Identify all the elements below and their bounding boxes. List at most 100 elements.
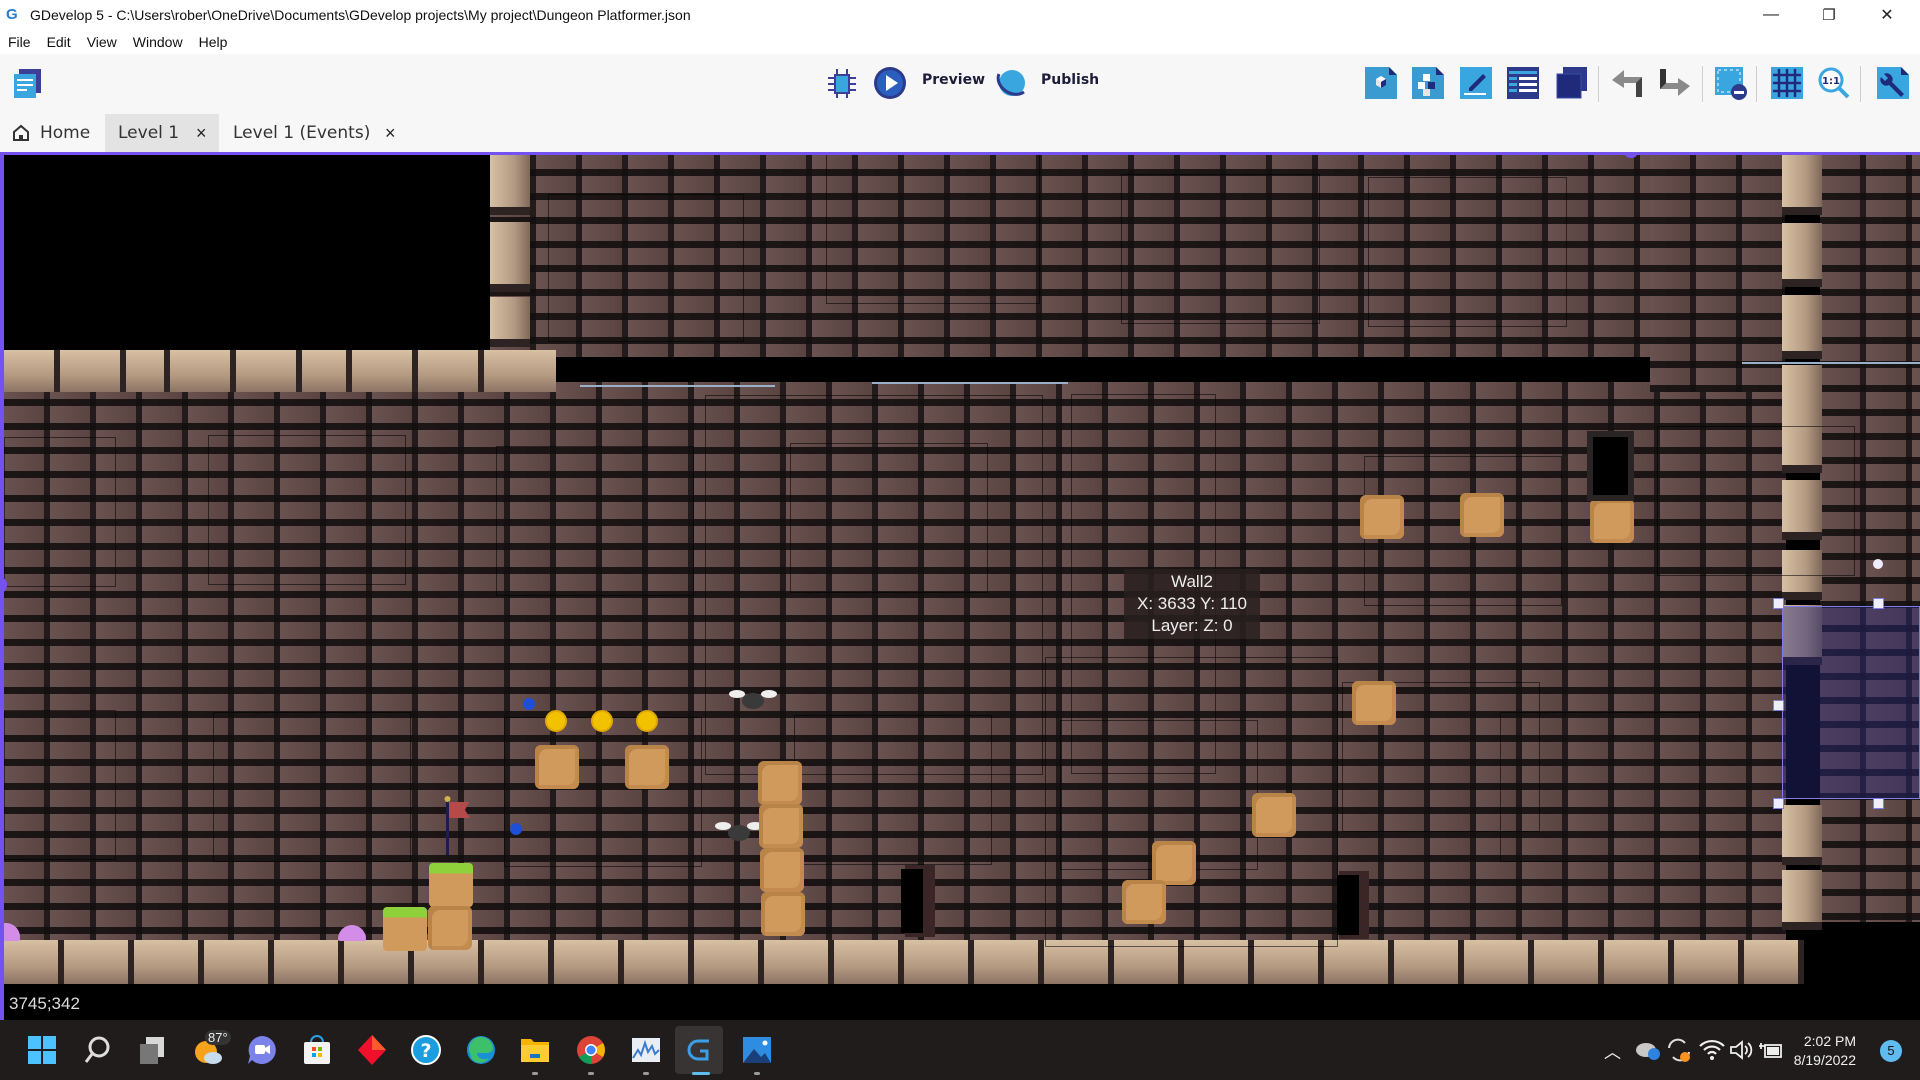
wall-instance-outline[interactable] [213,712,411,862]
file-explorer-icon[interactable] [519,1034,551,1066]
photos-icon[interactable] [741,1034,773,1066]
redo-icon[interactable] [1658,66,1692,100]
rotate-handle[interactable] [1873,559,1883,569]
publish-globe-icon[interactable] [994,66,1028,100]
crate-block[interactable] [1352,681,1396,725]
resize-handle[interactable] [1873,598,1884,609]
menu-edit[interactable]: Edit [39,34,79,50]
wall-instance-outline[interactable] [790,443,988,593]
menu-view[interactable]: View [79,34,125,50]
wall-instance-outline[interactable] [496,446,694,596]
crate-block[interactable] [1460,493,1504,537]
stone-ledge[interactable] [4,350,556,392]
help-icon[interactable]: ? [410,1034,442,1066]
close-tab-level-1-button[interactable]: × [196,114,207,152]
zoom-reset-icon[interactable]: 1:1 [1817,66,1851,100]
crate-block[interactable] [760,848,804,892]
show-hidden-icons-chevron[interactable]: ︿ [1604,1038,1621,1063]
flying-enemy[interactable] [714,819,764,841]
stone-floor[interactable] [4,940,1804,984]
delete-selection-icon[interactable] [1714,66,1748,100]
teams-chat-icon[interactable] [246,1034,278,1066]
close-tab-level-1-events-button[interactable]: × [385,114,396,152]
undo-icon[interactable] [1610,66,1644,100]
crate-block[interactable] [535,745,579,789]
edge-browser-icon[interactable] [465,1034,497,1066]
wall-instance-outline[interactable] [1500,712,1700,862]
jumpthru-platform[interactable] [872,382,1068,384]
restore-button[interactable]: ❐ [1800,0,1858,30]
preview-play-icon[interactable] [873,66,907,100]
project-manager-icon[interactable] [10,66,44,100]
menu-file[interactable]: File [0,34,39,50]
wall-instance-outline[interactable] [1121,174,1320,324]
wall-instance-outline[interactable] [826,152,1040,304]
stone-pillar-block[interactable] [490,222,530,292]
crate-block[interactable] [758,761,802,805]
grass-block[interactable] [429,863,473,907]
windows-start-icon[interactable] [26,1034,58,1066]
menu-window[interactable]: Window [125,34,191,50]
wall-instance-outline[interactable] [1368,177,1567,327]
task-view-icon[interactable] [136,1034,168,1066]
crate-block[interactable] [1252,793,1296,837]
sync-update-icon[interactable] [1665,1036,1693,1064]
scene-editor-canvas[interactable]: Wall2 X: 3633 Y: 110 Layer: Z: 0 3745;34… [0,152,1920,1020]
crate-block[interactable] [1122,880,1166,924]
crate-block[interactable] [625,745,669,789]
instances-list-icon[interactable] [1506,66,1540,100]
checkpoint-flag[interactable] [444,796,476,856]
crate-block[interactable] [761,892,805,936]
wall-instance-outline[interactable] [4,437,116,587]
wall-instance-outline[interactable] [548,194,744,342]
crate-block[interactable] [759,804,803,848]
resize-handle[interactable] [1773,700,1784,711]
gdevelop-taskbar-icon[interactable] [685,1034,717,1066]
gold-coin[interactable] [636,710,658,732]
chrome-browser-icon[interactable] [575,1034,607,1066]
crate-block[interactable] [1590,499,1634,543]
menu-help[interactable]: Help [191,34,236,50]
resize-handle[interactable] [1773,798,1784,809]
gold-coin[interactable] [545,710,567,732]
tab-level-1-events[interactable]: Level 1 (Events) [233,114,370,152]
wall-instance-outline[interactable] [208,435,406,585]
onedrive-sync-icon[interactable] [1634,1036,1662,1064]
blue-gem[interactable] [523,698,535,710]
resize-handle[interactable] [1773,598,1784,609]
tab-home[interactable]: Home [12,114,90,152]
wall-instance-outline[interactable] [1657,426,1855,576]
stone-pillar-block[interactable] [490,297,530,347]
properties-panel-icon[interactable] [1459,66,1493,100]
selected-instance[interactable] [1782,606,1920,799]
notification-badge[interactable]: 5 [1880,1040,1902,1062]
close-window-button[interactable]: ✕ [1858,0,1916,30]
enemy-spawn-door[interactable] [901,869,923,933]
enemy-spawn-door[interactable] [1593,437,1628,495]
scene-settings-icon[interactable] [1876,66,1910,100]
volume-icon[interactable] [1727,1036,1755,1064]
crate-block[interactable] [428,906,472,950]
battery-charging-icon[interactable] [1757,1036,1785,1064]
flying-enemy[interactable] [728,687,778,709]
crate-block[interactable] [1360,495,1404,539]
crate-block[interactable] [1152,841,1196,885]
wifi-icon[interactable] [1698,1036,1726,1064]
stone-pillar-block[interactable] [490,155,530,215]
wall-instance-outline[interactable] [794,715,992,865]
layers-panel-icon[interactable] [1554,66,1588,100]
gold-coin[interactable] [591,710,613,732]
minimize-button[interactable]: — [1742,0,1800,30]
enemy-spawn-door[interactable] [1337,875,1359,935]
blue-gem[interactable] [510,823,522,835]
objects-panel-icon[interactable] [1364,66,1398,100]
grid-icon[interactable] [1770,66,1804,100]
debugger-icon[interactable] [825,66,859,100]
publish-button[interactable]: Publish [1041,72,1099,88]
jumpthru-platform[interactable] [580,385,775,387]
brick-wall[interactable] [1650,152,1785,392]
grass-block[interactable] [383,907,427,951]
preview-button[interactable]: Preview [922,72,985,88]
wall-instance-outline[interactable] [504,717,702,867]
microsoft-store-icon[interactable] [301,1034,333,1066]
